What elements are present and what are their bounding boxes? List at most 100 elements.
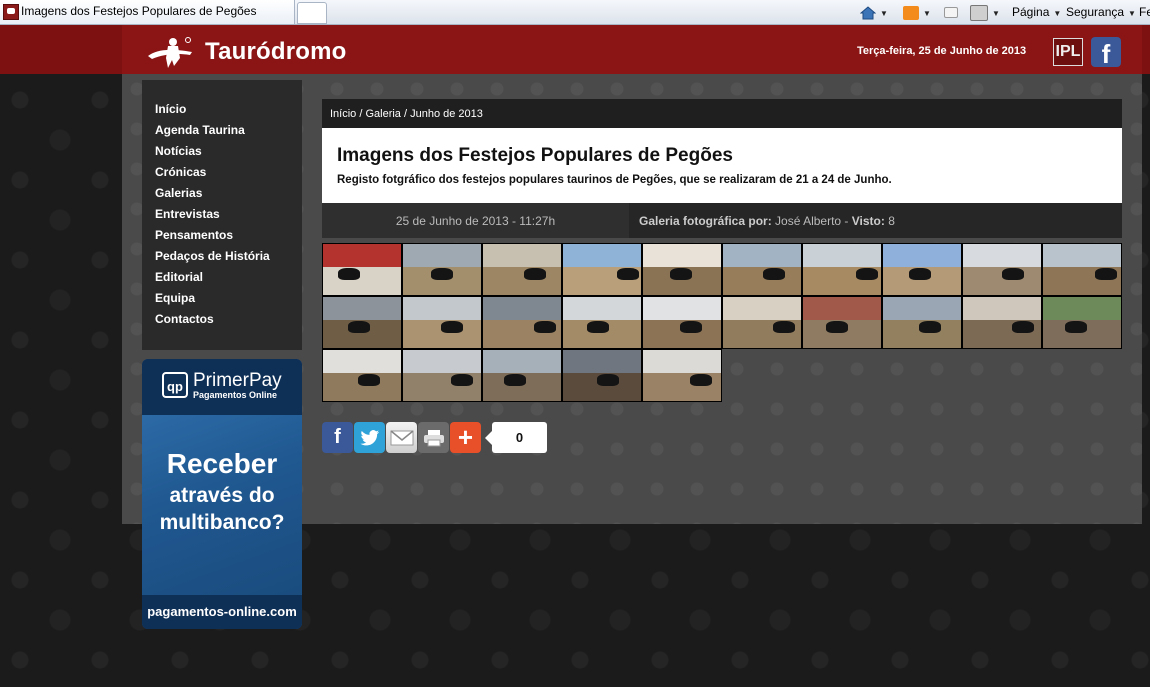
thumbnail-photo-top [1043,244,1121,267]
thumbnail-photo-top [723,244,801,267]
gallery-thumbnail[interactable] [802,243,882,296]
article-date: 25 de Junho de 2013 - 11:27h [395,214,556,228]
views-label: Visto: [851,214,885,228]
security-menu[interactable]: Segurança ▼ [1066,3,1136,21]
thumbnail-photo-top [1043,297,1121,320]
bull-figure [441,321,463,333]
facebook-icon: f [334,426,341,448]
page-title: Imagens dos Festejos Populares de Pegões [337,145,733,166]
home-button[interactable]: ▼ [859,3,888,21]
bull-figure [338,268,360,280]
gallery-thumbnail[interactable] [642,349,722,402]
gallery-thumbnail[interactable] [722,296,802,349]
nav-item-editorial[interactable]: Editorial [155,267,302,288]
ipl-logo-icon[interactable]: IPL [1053,38,1083,66]
new-tab-button[interactable] [297,2,327,24]
gallery-thumbnail[interactable] [1042,296,1122,349]
gallery-thumbnail[interactable] [562,349,642,402]
gallery-thumbnail[interactable] [642,296,722,349]
bull-figure [597,374,619,386]
gallery-thumbnail[interactable] [562,296,642,349]
gallery-thumbnail[interactable] [962,296,1042,349]
nav-item-agenda-taurina[interactable]: Agenda Taurina [155,120,302,141]
bull-figure [690,374,712,386]
thumbnail-photo-top [723,297,801,320]
nav-item-entrevistas[interactable]: Entrevistas [155,204,302,225]
nav-item-galerias[interactable]: Galerias [155,183,302,204]
gallery-thumbnail[interactable] [402,296,482,349]
nav-item-pensamentos[interactable]: Pensamentos [155,225,302,246]
primerpay-ad-banner[interactable]: qp PrimerPay Pagamentos Online Receber a… [142,359,302,629]
site-title[interactable]: Tauródromo [205,38,347,66]
security-menu-label: Segurança [1066,5,1125,19]
chevron-down-icon: ▼ [1128,9,1136,18]
chevron-down-icon[interactable]: ▼ [992,9,1000,18]
gallery-thumbnail[interactable] [642,243,722,296]
bullfighter-logo-icon[interactable] [146,36,194,70]
print-share-button[interactable] [418,422,449,453]
thumbnail-photo-top [803,244,881,267]
share-count: 0 [515,430,524,445]
nav-item-noticias[interactable]: Notícias [155,141,302,162]
gallery-thumbnail[interactable] [402,349,482,402]
nav-item-contactos[interactable]: Contactos [155,309,302,330]
twitter-icon [360,430,379,446]
thumbnail-photo-top [403,297,481,320]
addthis-share-button[interactable]: + [450,422,481,453]
gallery-thumbnail[interactable] [322,349,402,402]
facebook-icon[interactable]: f [1091,37,1121,69]
gallery-thumbnail[interactable] [482,243,562,296]
tools-menu[interactable]: Fe [1139,3,1150,21]
gallery-thumbnail[interactable] [882,296,962,349]
gallery-thumbnail[interactable] [482,349,562,402]
bull-figure [763,268,785,280]
nav-item-pedacos-de-historia[interactable]: Pedaços de História [155,246,302,267]
nav-item-cronicas[interactable]: Crónicas [155,162,302,183]
gallery-thumbnail[interactable] [802,296,882,349]
bull-figure [431,268,453,280]
gallery-thumbnail[interactable] [882,243,962,296]
bull-figure [856,268,878,280]
article-header: Imagens dos Festejos Populares de Pegões… [322,128,1122,203]
bull-figure [919,321,941,333]
browser-tab[interactable]: Imagens dos Festejos Populares de Pegões [0,0,295,24]
email-share-button[interactable] [386,422,417,453]
gallery-thumbnail[interactable] [322,296,402,349]
printer-icon [970,4,988,21]
article-credits: Galeria fotográfica por: José Alberto - … [639,214,895,228]
thumbnail-photo-bottom [483,266,561,295]
share-count-box: 0 [485,422,547,453]
sidebar-nav: Início Agenda Taurina Notícias Crónicas … [142,80,302,350]
bull-figure [1065,321,1087,333]
mail-button[interactable] [944,3,958,21]
thumbnail-photo-top [883,244,961,267]
thumbnail-photo-top [963,297,1041,320]
gallery-thumbnail[interactable] [1042,243,1122,296]
bull-figure [451,374,473,386]
ad-line-1: Receber [166,448,278,479]
gallery-thumbnail[interactable] [962,243,1042,296]
primerpay-logo-icon: qp [162,372,188,398]
gallery-by-label: Galeria fotográfica por: [639,214,772,228]
print-button[interactable]: ▼ [970,3,1000,21]
page-menu[interactable]: Página ▼ [1012,3,1061,21]
gallery-thumbnail[interactable] [722,243,802,296]
gallery-thumbnail[interactable] [322,243,402,296]
nav-item-equipa[interactable]: Equipa [155,288,302,309]
chevron-down-icon[interactable]: ▼ [923,9,931,18]
chevron-down-icon[interactable]: ▼ [880,9,888,18]
browser-tab-title: Imagens dos Festejos Populares de Pegões [21,4,257,18]
page-menu-label: Página [1012,5,1050,19]
feeds-button[interactable]: ▼ [903,3,931,21]
bull-figure [1002,268,1024,280]
twitter-share-button[interactable] [354,422,385,453]
home-icon [859,6,877,20]
browser-toolbar: Imagens dos Festejos Populares de Pegões… [0,0,1150,25]
bull-figure [1012,321,1034,333]
facebook-share-button[interactable]: f [322,422,353,453]
nav-item-inicio[interactable]: Início [155,99,302,120]
gallery-thumbnail[interactable] [482,296,562,349]
breadcrumb-text[interactable]: Início / Galeria / Junho de 2013 [330,108,483,120]
gallery-thumbnail[interactable] [562,243,642,296]
gallery-thumbnail[interactable] [402,243,482,296]
